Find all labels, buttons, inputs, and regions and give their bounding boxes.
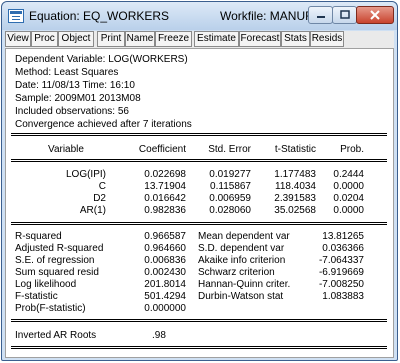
minimize-button[interactable] bbox=[308, 6, 333, 24]
table-cell: 0.0000 bbox=[333, 205, 364, 216]
column-header-prob: Prob. bbox=[340, 144, 364, 155]
estimation-output[interactable]: Dependent Variable: LOG(WORKERS) Method:… bbox=[5, 48, 394, 358]
stat-label: Adjusted R-squared bbox=[15, 243, 104, 254]
divider bbox=[11, 346, 387, 349]
table-cell: C bbox=[98, 181, 106, 192]
minimize-icon bbox=[316, 9, 326, 23]
view-button[interactable]: View bbox=[5, 31, 31, 47]
stat-value: 501.4294 bbox=[144, 291, 186, 302]
table-cell: 0.2444 bbox=[333, 169, 364, 180]
close-button[interactable] bbox=[356, 6, 394, 24]
stat-label: Hannan-Quinn criter. bbox=[198, 279, 291, 290]
table-cell: LOG(IPI) bbox=[65, 169, 106, 180]
estimate-button[interactable]: Estimate bbox=[194, 31, 239, 47]
divider bbox=[11, 319, 387, 322]
stat-value: -7.008250 bbox=[318, 279, 364, 290]
column-header-coefficient: Coefficient bbox=[138, 144, 186, 155]
stat-value: -6.919669 bbox=[318, 267, 364, 278]
stat-label: F-statistic bbox=[15, 291, 58, 302]
stats-button[interactable]: Stats bbox=[281, 31, 310, 47]
title-bar[interactable]: Equation: EQ_WORKERS Workfile: MANUFACTUR… bbox=[2, 2, 397, 30]
table-cell: D2 bbox=[93, 193, 106, 204]
equation-icon bbox=[8, 9, 24, 23]
freeze-button[interactable]: Freeze bbox=[155, 31, 192, 47]
stat-label: Akaike info criterion bbox=[198, 255, 286, 266]
stat-label: Mean dependent var bbox=[198, 231, 290, 242]
stat-value: 1.083883 bbox=[322, 291, 364, 302]
stat-label: R-squared bbox=[15, 231, 62, 242]
stat-label: Log likelihood bbox=[15, 279, 77, 290]
table-cell: 0.016642 bbox=[144, 193, 186, 204]
print-button[interactable]: Print bbox=[97, 31, 125, 47]
table-cell: 1.177483 bbox=[274, 169, 316, 180]
table-cell: 0.006959 bbox=[209, 193, 251, 204]
object-button[interactable]: Object bbox=[58, 31, 94, 47]
table-cell: AR(1) bbox=[79, 205, 106, 216]
table-cell: 0.0000 bbox=[333, 181, 364, 192]
equation-window: Equation: EQ_WORKERS Workfile: MANUFACTUR… bbox=[1, 1, 398, 361]
title-equation: Equation: EQ_WORKERS bbox=[29, 9, 170, 23]
stat-value: -7.064337 bbox=[318, 255, 364, 266]
dependent-variable: Dependent Variable: LOG(WORKERS) bbox=[15, 54, 188, 65]
stat-value: 0.006836 bbox=[144, 255, 186, 266]
table-cell: 13.71904 bbox=[144, 181, 186, 192]
table-cell: 0.115867 bbox=[210, 181, 251, 192]
maximize-icon bbox=[339, 9, 350, 23]
table-cell: 35.02568 bbox=[274, 205, 316, 216]
close-icon bbox=[370, 9, 380, 23]
included-observations: Included observations: 56 bbox=[15, 106, 129, 117]
stat-label: Prob(F-statistic) bbox=[15, 303, 86, 314]
divider bbox=[11, 133, 387, 136]
table-cell: 118.4034 bbox=[275, 181, 316, 192]
stat-label: S.E. of regression bbox=[15, 255, 95, 266]
name-button[interactable]: Name bbox=[125, 31, 155, 47]
stat-value: 13.81265 bbox=[322, 231, 364, 242]
stat-value: 0.000000 bbox=[144, 303, 186, 314]
column-header-variable: Variable bbox=[48, 144, 84, 155]
table-cell: 0.0204 bbox=[333, 193, 364, 204]
sample: Sample: 2009M01 2013M08 bbox=[15, 93, 141, 104]
inverted-ar-roots-value: .98 bbox=[152, 330, 166, 341]
column-header-t-statistic: t-Statistic bbox=[274, 144, 316, 155]
toolbar: View Proc Object Print Name Freeze Estim… bbox=[5, 31, 394, 48]
divider bbox=[11, 159, 387, 162]
column-header-std-error: Std. Error bbox=[208, 144, 251, 155]
table-cell: 2.391583 bbox=[274, 193, 316, 204]
method: Method: Least Squares bbox=[15, 67, 119, 78]
table-cell: 0.982836 bbox=[144, 205, 186, 216]
stat-value: 201.8014 bbox=[144, 279, 186, 290]
stat-label: Schwarz criterion bbox=[198, 267, 275, 278]
stat-label: Durbin-Watson stat bbox=[198, 291, 284, 302]
stat-label: S.D. dependent var bbox=[198, 243, 285, 254]
stat-value: 0.966587 bbox=[144, 231, 186, 242]
divider bbox=[11, 222, 387, 225]
table-cell: 0.028060 bbox=[209, 205, 251, 216]
stat-value: 0.964660 bbox=[144, 243, 186, 254]
table-cell: 0.019277 bbox=[209, 169, 251, 180]
stat-label: Sum squared resid bbox=[15, 267, 99, 278]
resids-button[interactable]: Resids bbox=[310, 31, 344, 47]
proc-button[interactable]: Proc bbox=[31, 31, 58, 47]
convergence: Convergence achieved after 7 iterations bbox=[15, 119, 192, 130]
table-cell: 0.022698 bbox=[144, 169, 186, 180]
forecast-button[interactable]: Forecast bbox=[239, 31, 281, 47]
stat-value: 0.036366 bbox=[322, 243, 364, 254]
estimation-date: Date: 11/08/13 Time: 16:10 bbox=[15, 80, 135, 91]
inverted-ar-roots-label: Inverted AR Roots bbox=[15, 330, 97, 341]
maximize-button[interactable] bbox=[332, 6, 357, 24]
stat-value: 0.002430 bbox=[144, 267, 186, 278]
